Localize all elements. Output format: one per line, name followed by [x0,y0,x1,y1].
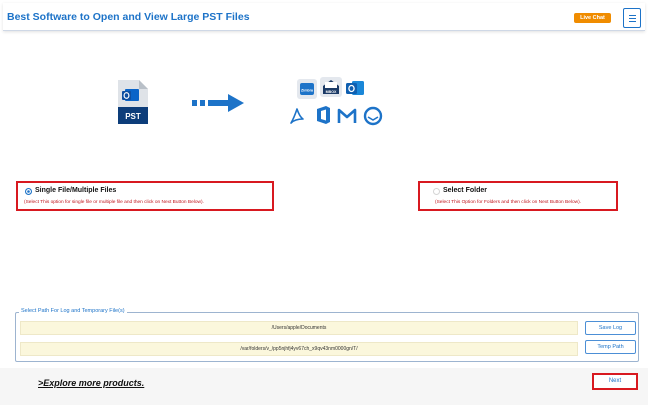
save-log-button[interactable]: Save Log [585,321,636,335]
temp-path-field[interactable]: /var/folders/v_/pp5njhfj4yv67ch_x9qv43nm… [20,342,578,356]
explore-products-link[interactable]: >Explore more products. [38,378,144,388]
pst-file-label: PST [125,112,141,121]
single-file-description: (Select This option for single file or m… [24,200,204,205]
select-folder-radio[interactable] [433,188,440,195]
temp-path-button[interactable]: Temp Path [585,340,636,354]
outlook-icon [344,78,366,98]
next-button[interactable]: Next [592,373,638,390]
single-file-option[interactable] [16,181,274,211]
app-header: Best Software to Open and View Large PST… [3,3,645,31]
mbox-icon: MBOX [320,77,342,97]
pdf-icon [287,106,307,126]
select-folder-description: (Select This Option for Folders and then… [435,200,582,205]
arrow-right-icon [192,94,244,112]
office365-icon [312,104,334,126]
select-folder-label: Select Folder [443,187,487,194]
single-file-label: Single File/Multiple Files [35,187,117,194]
single-file-radio[interactable] [25,188,32,195]
gmail-icon [337,106,357,126]
thunderbird-icon [363,106,383,126]
zimbra-icon: Zimbra [297,79,317,99]
app-title: Best Software to Open and View Large PST… [7,11,250,23]
menu-button[interactable] [623,8,641,28]
hamburger-icon [629,15,636,16]
live-chat-button[interactable]: Live Chat [574,13,611,23]
svg-text:Zimbra: Zimbra [301,89,314,93]
select-folder-option[interactable] [418,181,618,211]
path-settings-legend: Select Path For Log and Temporary File(s… [19,308,127,314]
log-path-field[interactable]: /Users/apple/Documents [20,321,578,335]
pst-file-icon: PST [118,80,148,124]
svg-text:MBOX: MBOX [326,90,337,94]
